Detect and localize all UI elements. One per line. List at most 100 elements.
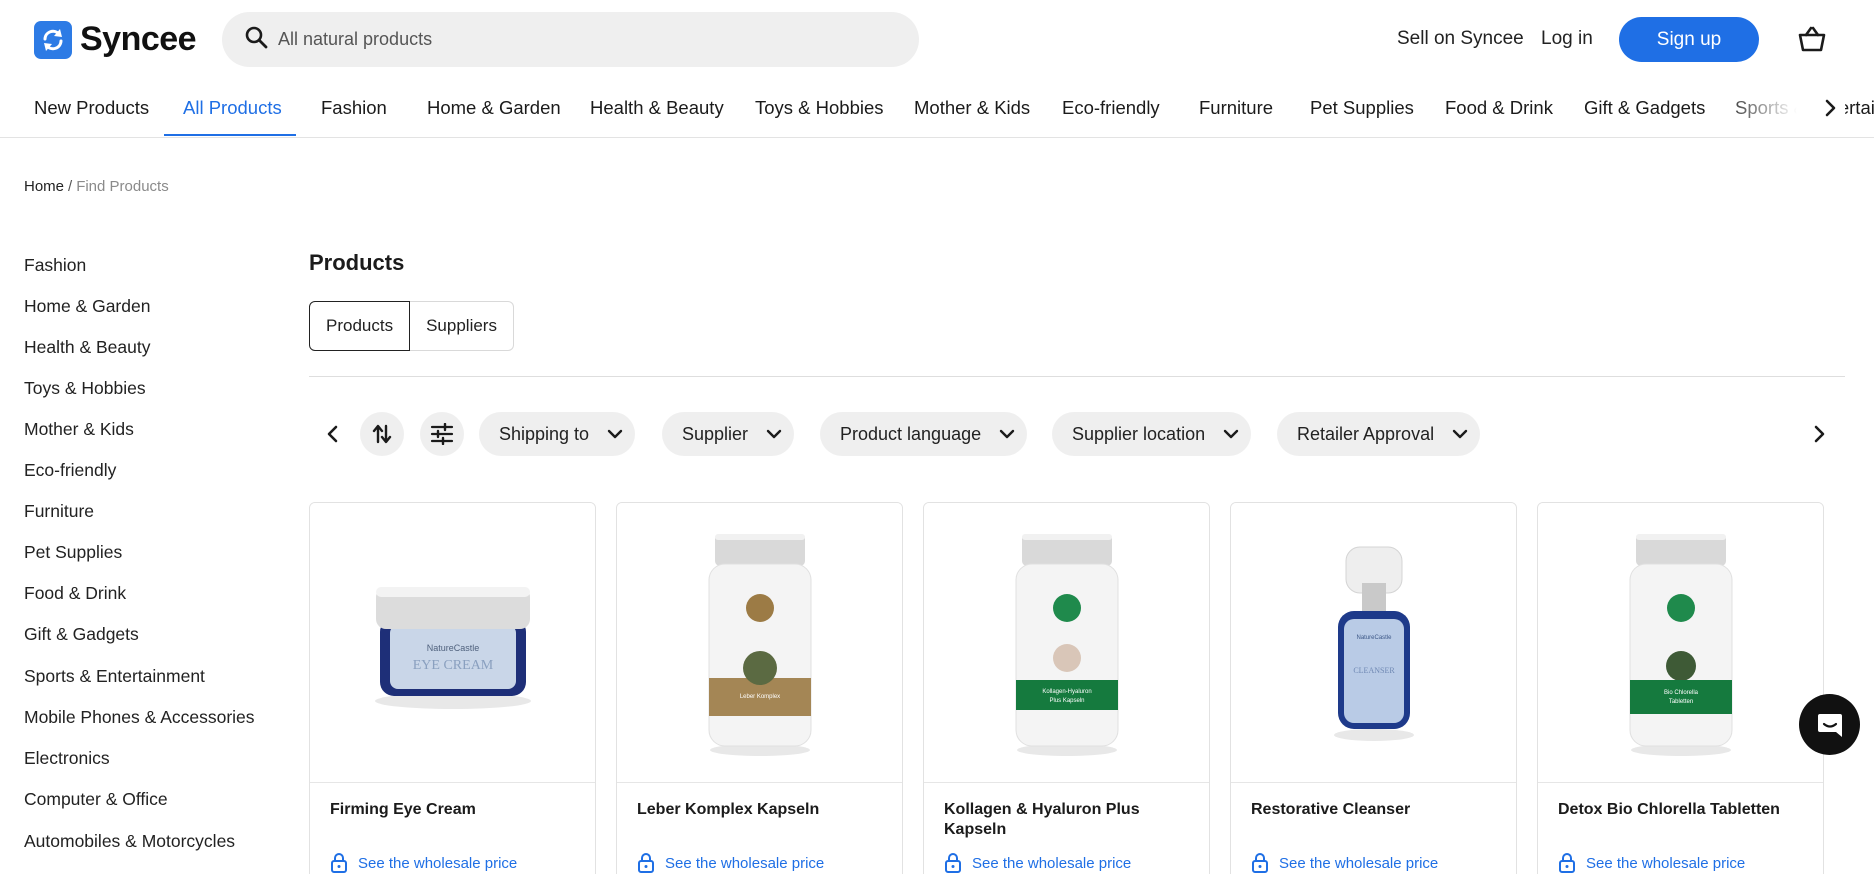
tab-food-drink[interactable]: Food & Drink xyxy=(1445,97,1553,119)
sidebar-item-electronics[interactable]: Electronics xyxy=(24,748,110,769)
breadcrumb: Home / Find Products xyxy=(24,178,169,195)
breadcrumb-separator: / xyxy=(68,178,73,195)
wholesale-price-link[interactable]: See the wholesale price xyxy=(944,853,1131,873)
product-name: Detox Bio Chlorella Tabletten xyxy=(1558,801,1780,818)
product-image: Bio Chlorella Tabletten xyxy=(1538,503,1823,783)
sidebar-item-gift-gadgets[interactable]: Gift & Gadgets xyxy=(24,624,139,645)
filter-label: Product language xyxy=(840,423,982,444)
chevron-left-icon[interactable] xyxy=(319,420,347,448)
wholesale-price-link[interactable]: See the wholesale price xyxy=(1558,853,1745,873)
filter-bar: Shipping to Supplier Product language Su… xyxy=(309,411,1849,457)
filter-product-language[interactable]: Product language xyxy=(820,412,1028,456)
filter-supplier-location[interactable]: Supplier location xyxy=(1052,412,1252,456)
category-nav: New Products All Products Fashion Home &… xyxy=(0,78,1874,138)
svg-text:Tabletten: Tabletten xyxy=(1668,699,1692,705)
svg-text:EYE CREAM: EYE CREAM xyxy=(412,658,493,673)
tab-gift-gadgets[interactable]: Gift & Gadgets xyxy=(1584,97,1705,119)
product-card[interactable]: NatureCastle EYE CREAM Firming Eye Cream… xyxy=(309,502,596,874)
search-bar[interactable] xyxy=(222,12,919,67)
breadcrumb-home[interactable]: Home xyxy=(24,178,64,195)
sidebar-item-sports-entertainment[interactable]: Sports & Entertainment xyxy=(24,666,205,687)
product-card[interactable]: NatureCastle CLEANSER Restorative Cleans… xyxy=(1230,502,1517,874)
chevron-down-icon xyxy=(1452,429,1468,439)
sort-icon[interactable] xyxy=(360,412,404,456)
lock-icon xyxy=(944,853,962,873)
breadcrumb-current: Find Products xyxy=(76,178,169,195)
filter-label: Supplier location xyxy=(1072,423,1206,444)
wholesale-price-link[interactable]: See the wholesale price xyxy=(1251,853,1438,873)
basket-icon[interactable] xyxy=(1797,25,1827,53)
sidebar-item-eco-friendly[interactable]: Eco-friendly xyxy=(24,460,116,481)
sync-icon xyxy=(34,20,72,59)
chevron-down-icon xyxy=(607,429,623,439)
tab-home-garden[interactable]: Home & Garden xyxy=(427,97,561,119)
logo-text: Syncee xyxy=(80,20,197,58)
syncee-logo[interactable]: Syncee xyxy=(34,20,197,59)
filter-supplier[interactable]: Supplier xyxy=(662,412,795,456)
tab-mother-kids[interactable]: Mother & Kids xyxy=(914,97,1030,119)
wholesale-price-label: See the wholesale price xyxy=(1586,854,1746,872)
product-image: Leber Komplex xyxy=(617,503,902,783)
tab-furniture[interactable]: Furniture xyxy=(1199,97,1273,119)
tab-fashion[interactable]: Fashion xyxy=(321,97,387,119)
search-input[interactable] xyxy=(278,29,878,50)
active-tab-underline xyxy=(164,134,296,136)
product-image: NatureCastle EYE CREAM xyxy=(310,503,595,783)
tab-pet-supplies[interactable]: Pet Supplies xyxy=(1310,97,1414,119)
filter-retailer-approval[interactable]: Retailer Approval xyxy=(1277,412,1481,456)
sidebar-item-pet-supplies[interactable]: Pet Supplies xyxy=(24,542,122,563)
svg-text:NatureCastle: NatureCastle xyxy=(426,643,479,653)
login-link[interactable]: Log in xyxy=(1541,28,1593,50)
tab-new-products[interactable]: New Products xyxy=(34,97,149,119)
wholesale-price-link[interactable]: See the wholesale price xyxy=(330,853,517,873)
tab-eco-friendly[interactable]: Eco-friendly xyxy=(1062,97,1160,119)
section-divider xyxy=(309,376,1845,377)
sidebar-item-automobiles[interactable]: Automobiles & Motorcycles xyxy=(24,831,235,852)
chat-icon[interactable] xyxy=(1799,694,1860,755)
tab-toys-hobbies[interactable]: Toys & Hobbies xyxy=(755,97,884,119)
wholesale-price-label: See the wholesale price xyxy=(665,854,825,872)
product-card[interactable]: Leber Komplex Leber Komplex Kapseln See … xyxy=(616,502,903,874)
toggle-products-button[interactable]: Products xyxy=(309,301,411,351)
product-name: Firming Eye Cream xyxy=(330,801,476,818)
sidebar-item-health-beauty[interactable]: Health & Beauty xyxy=(24,337,150,358)
lock-icon xyxy=(1558,853,1576,873)
product-card[interactable]: Kollagen-Hyaluron Plus Kapseln Kollagen … xyxy=(923,502,1210,874)
site-header: Syncee Sell on Syncee Log in Sign up xyxy=(0,0,1874,78)
sidebar-item-fashion[interactable]: Fashion xyxy=(24,255,86,276)
product-image: NatureCastle CLEANSER xyxy=(1231,503,1516,783)
svg-text:Plus Kapseln: Plus Kapseln xyxy=(1049,698,1084,704)
wholesale-price-label: See the wholesale price xyxy=(972,854,1132,872)
sidebar-item-home-garden[interactable]: Home & Garden xyxy=(24,296,150,317)
sidebar-item-food-drink[interactable]: Food & Drink xyxy=(24,583,126,604)
sidebar-item-mother-kids[interactable]: Mother & Kids xyxy=(24,419,134,440)
chevron-right-icon[interactable] xyxy=(1815,94,1845,122)
product-image: Kollagen-Hyaluron Plus Kapseln xyxy=(924,503,1209,783)
product-card[interactable]: Bio Chlorella Tabletten Detox Bio Chlore… xyxy=(1537,502,1824,874)
wholesale-price-label: See the wholesale price xyxy=(358,854,518,872)
filter-shipping-to[interactable]: Shipping to xyxy=(479,412,636,456)
wholesale-price-link[interactable]: See the wholesale price xyxy=(637,853,824,873)
svg-text:Kollagen-Hyaluron: Kollagen-Hyaluron xyxy=(1042,689,1091,695)
svg-text:NatureCastle: NatureCastle xyxy=(1356,635,1392,641)
product-name: Restorative Cleanser xyxy=(1251,801,1411,818)
svg-text:Bio Chlorella: Bio Chlorella xyxy=(1663,690,1698,696)
product-name: Leber Komplex Kapseln xyxy=(637,801,820,818)
toggle-suppliers-button[interactable]: Suppliers xyxy=(410,301,514,351)
sidebar-item-furniture[interactable]: Furniture xyxy=(24,501,94,522)
sidebar-item-toys-hobbies[interactable]: Toys & Hobbies xyxy=(24,378,146,399)
nav-fade xyxy=(1720,78,1830,136)
chevron-right-icon[interactable] xyxy=(1805,420,1833,448)
tab-all-products[interactable]: All Products xyxy=(183,97,282,119)
tab-health-beauty[interactable]: Health & Beauty xyxy=(590,97,724,119)
sidebar-item-mobile-phones[interactable]: Mobile Phones & Accessories xyxy=(24,707,255,728)
signup-button[interactable]: Sign up xyxy=(1619,17,1759,62)
chevron-down-icon xyxy=(999,429,1015,439)
page-title: Products xyxy=(309,250,405,275)
search-icon xyxy=(244,25,268,54)
filter-sliders-icon[interactable] xyxy=(420,412,464,456)
lock-icon xyxy=(330,853,348,873)
product-name: Kollagen & Hyaluron Plus Kapseln xyxy=(944,801,1140,838)
sell-on-syncee-link[interactable]: Sell on Syncee xyxy=(1397,28,1524,50)
sidebar-item-computer-office[interactable]: Computer & Office xyxy=(24,789,168,810)
